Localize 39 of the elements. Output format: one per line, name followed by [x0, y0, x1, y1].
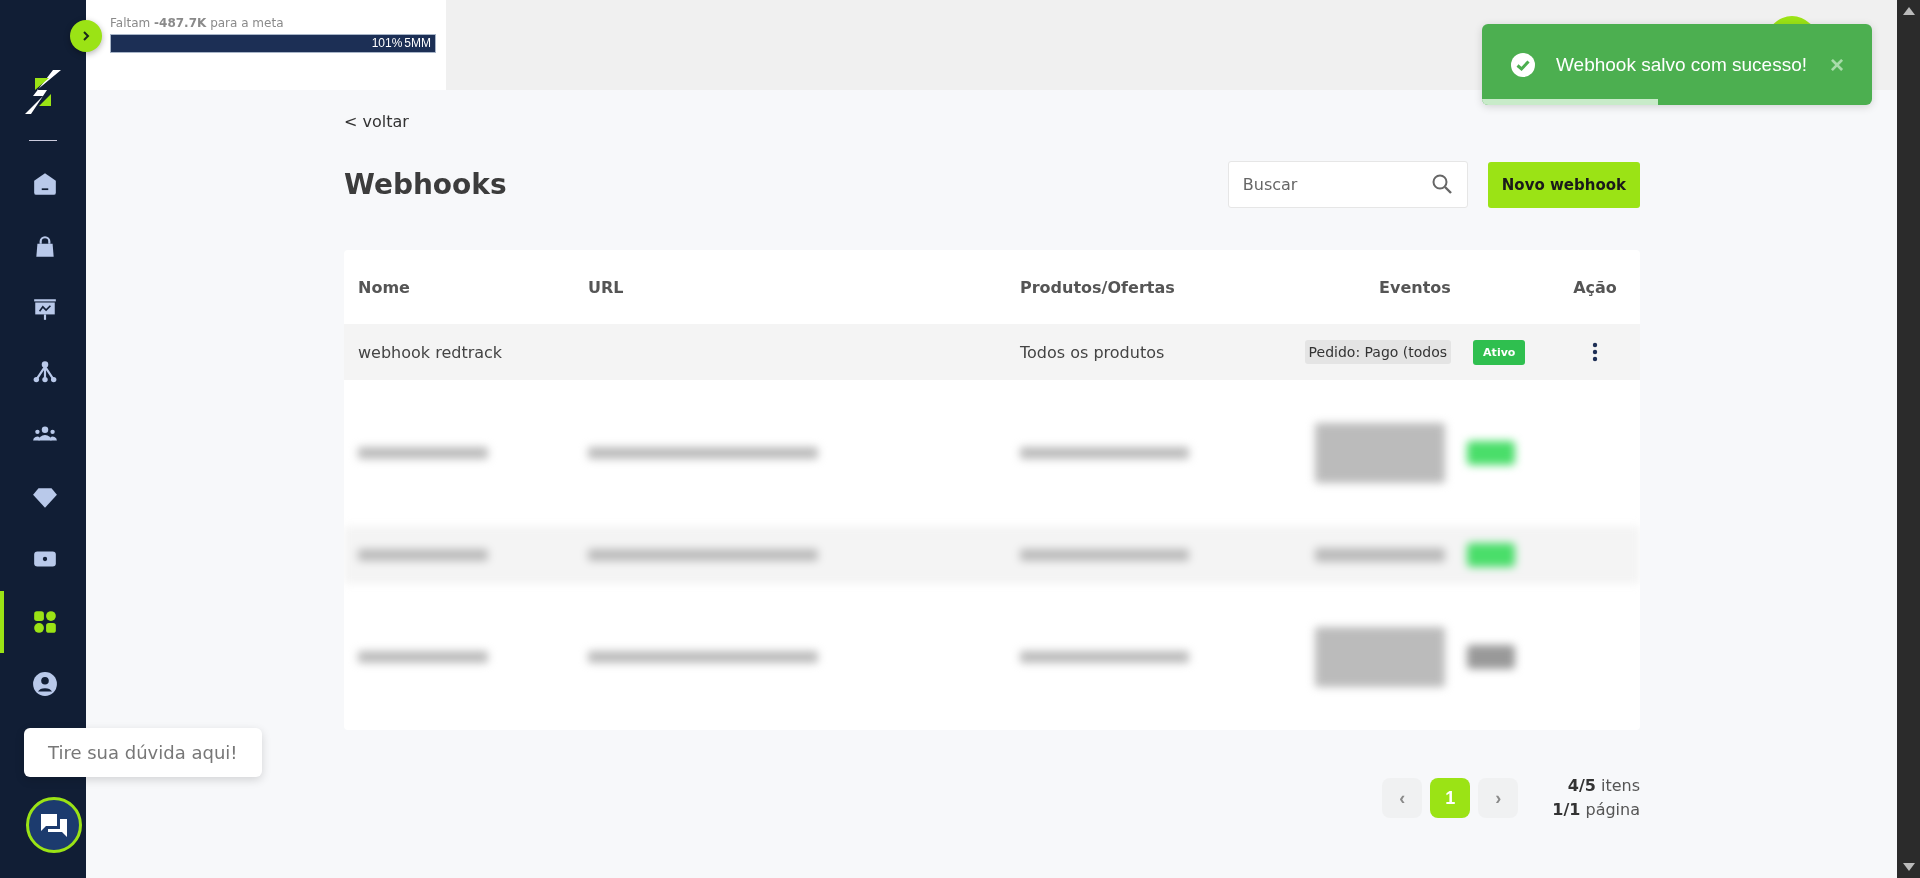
house-icon [32, 171, 58, 198]
goal-target: 5MM [404, 35, 431, 52]
chat-tooltip: Tire sua dúvida aqui! [24, 728, 262, 777]
goal-text: Faltam -487.7K para a meta [110, 16, 285, 30]
scroll-up-icon[interactable] [1901, 6, 1916, 16]
goal-percent: 101% [371, 35, 403, 52]
grid-icon [32, 608, 58, 635]
toast-message: Webhook salvo com sucesso! [1556, 53, 1808, 76]
scroll-down-icon[interactable] [1901, 862, 1916, 872]
table-cell-text: webhook redtrack [357, 342, 504, 362]
pages-count: 1/1 [1552, 800, 1581, 819]
previous-page-button[interactable]: ‹ [1382, 778, 1423, 818]
more-icon [1592, 342, 1598, 362]
back-link[interactable]: < voltar [344, 112, 409, 131]
column-header: URL [587, 277, 625, 297]
status-badge: Ativo [1473, 339, 1526, 365]
items-count: 4/5 [1567, 776, 1596, 795]
search-field[interactable]: Buscar [1227, 161, 1468, 208]
page-button[interactable]: 1 [1430, 778, 1471, 818]
close-button[interactable]: × [1830, 50, 1844, 79]
items-label: itens [1600, 776, 1640, 795]
event-tag: Pedido: Pago (todos [1304, 340, 1452, 364]
network-icon [32, 358, 58, 385]
table-cell-text: Todos os produtos [1019, 342, 1166, 362]
chevron-right-icon [80, 30, 92, 42]
pages-label: página [1585, 800, 1640, 819]
check-circle-icon [1510, 51, 1536, 78]
new-webhook-button[interactable]: Novo webhook [1487, 161, 1640, 208]
scrollbar[interactable] [1897, 0, 1920, 878]
logo-icon [23, 68, 63, 116]
column-header: Eventos [1378, 277, 1452, 297]
next-page-button[interactable]: › [1478, 778, 1519, 818]
column-header: Produtos/Ofertas [1019, 277, 1176, 297]
presentation-icon [32, 296, 58, 323]
page-title: Webhooks [344, 168, 507, 201]
user-icon [32, 671, 58, 698]
chat-icon [39, 811, 69, 839]
column-header: Nome [357, 277, 411, 297]
column-header: Ação [1572, 277, 1618, 297]
